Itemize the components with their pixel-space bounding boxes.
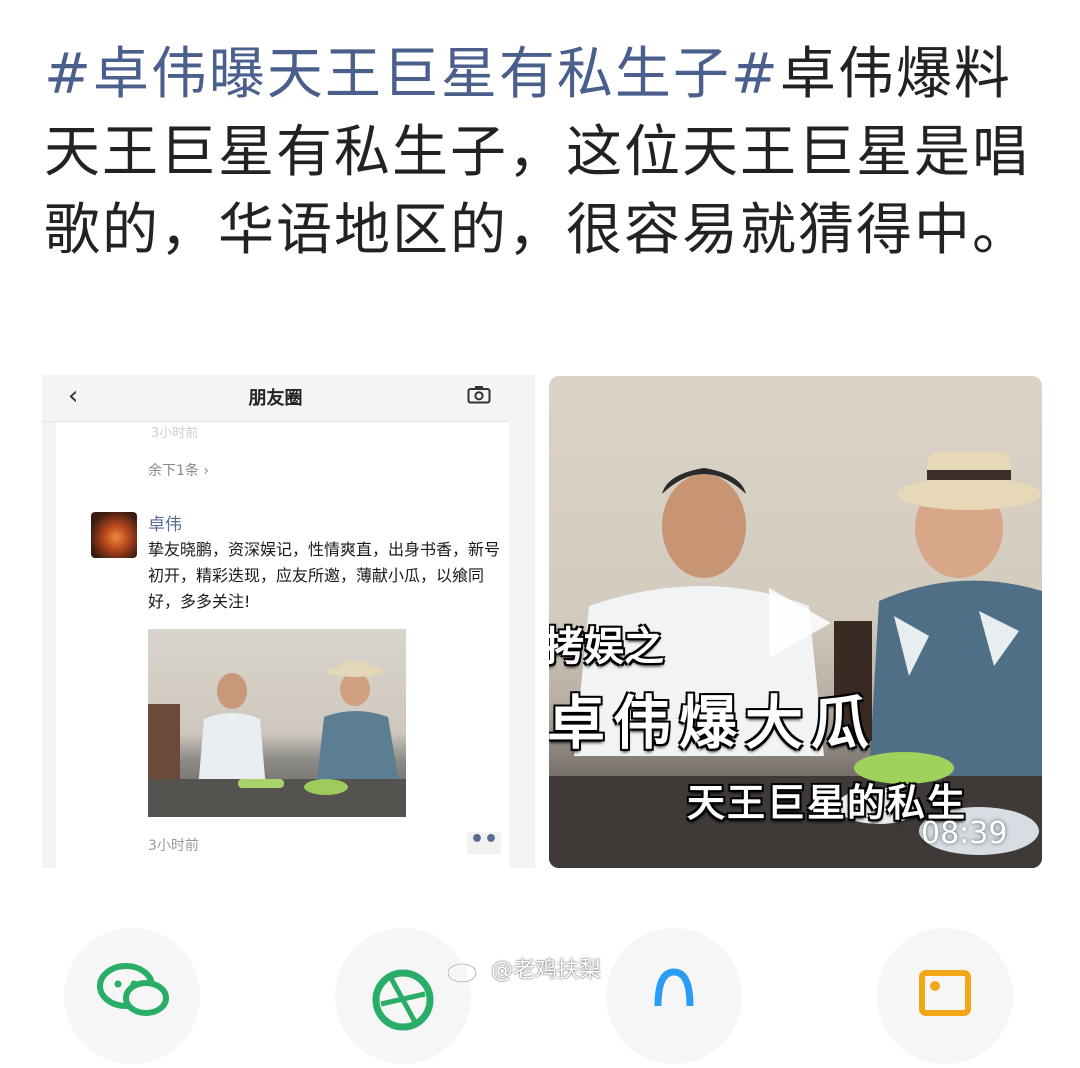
post-video[interactable]: 拷娱之 卓伟爆大瓜 天王巨星的私生 08:39 [549,376,1042,868]
video-caption-line1: 拷娱之 [549,623,664,670]
faded-text: 3小时前 [151,426,199,441]
weibo-logo-icon [446,960,482,984]
post-image-moments-screenshot[interactable]: ‹ 朋友圈 3小时前 余下1条 › 卓伟 挚友晓鹏，资深娱记，性情爽直，出身书香… [42,375,535,868]
video-duration: 08:39 [921,816,1008,851]
moments-photo-illustration [148,661,406,817]
camera-icon [467,386,491,404]
video-caption-line2: 卓伟爆大瓜 [549,689,878,757]
moments-post-text: 挚友晓鹏，资深娱记，性情爽直，出身书香，新号初开，精彩迭现，应友所邀，薄献小瓜，… [148,540,501,611]
hashtag-link[interactable]: #卓伟曝天王巨星有私生子# [44,42,780,107]
moments-photo [148,629,406,817]
moments-sheet: 3小时前 余下1条 › 卓伟 挚友晓鹏，资深娱记，性情爽直，出身书香，新号初开，… [56,422,509,868]
share-qzone-button[interactable] [877,928,1013,1064]
share-qq-button[interactable] [606,928,742,1064]
watermark-text: @老鸡扶梨 [491,958,602,983]
moments-time: 3小时前 [148,838,199,854]
moments-header: ‹ 朋友圈 [42,375,509,422]
watermark: @老鸡扶梨 [446,952,601,984]
remaining-link: 余下1条 › [148,463,209,479]
moments-icon [372,969,434,1031]
share-wechat-button[interactable] [64,928,200,1064]
share-moments-button[interactable] [335,928,471,1064]
post-text: #卓伟曝天王巨星有私生子#卓伟爆料天王巨星有私生子，这位天王巨星是唱歌的，华语地… [44,36,1044,270]
avatar [91,512,137,558]
qzone-icon [919,970,971,1016]
wechat-icon [97,963,169,1016]
moments-username: 卓伟 [148,515,182,535]
more-options-icon: •• [467,829,501,854]
qq-icon [654,968,694,1007]
moments-title: 朋友圈 [248,388,303,409]
